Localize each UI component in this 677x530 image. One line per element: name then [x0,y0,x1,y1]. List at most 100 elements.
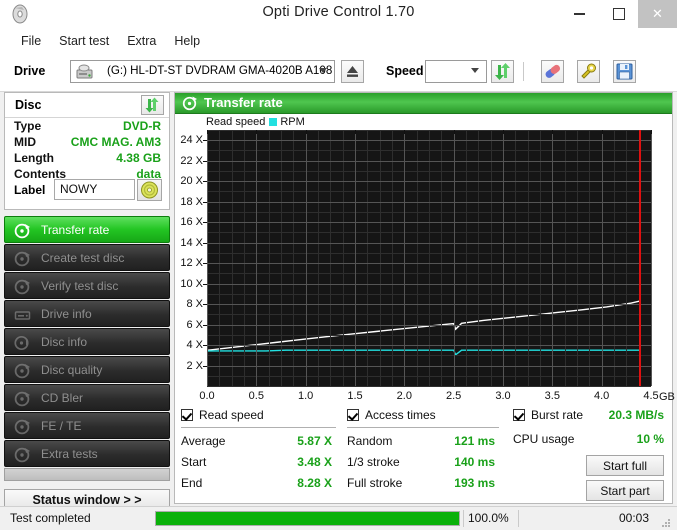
grid-line-vertical [343,130,344,386]
chart-x-tick-mark [651,130,652,134]
grid-line-horizontal-major [207,161,651,162]
sidebar-item-fe-te[interactable]: FE / TE [4,412,170,439]
start-full-button[interactable]: Start full [586,455,664,476]
chart-x-tick-mark [404,130,405,134]
disc-label-key: Label [14,183,45,197]
legend-read-speed: Read speed [206,116,265,128]
sidebar-item-transfer-rate[interactable]: Transfer rate [4,216,170,243]
grid-line-vertical [281,130,282,386]
minimize-icon [574,13,585,15]
erase-button[interactable] [541,60,564,83]
status-bar: Test completed 100.0% 00:03 [0,506,677,530]
disc-label-button[interactable] [137,179,162,201]
stats-burst-column: Burst rate 20.3 MB/s CPU usage 10 % Star… [513,407,668,451]
chart-x-tick: 1.0 [298,390,313,402]
tools-button[interactable] [577,60,600,83]
stat-value: 5.87 X [297,434,332,448]
chart-y-tick: 22 X [180,155,203,167]
toolbar: Drive (G:) HL-DT-ST DVDRAM GMA-4020B A10… [0,53,677,92]
grid-line-vertical [232,130,233,386]
drive-select[interactable]: (G:) HL-DT-ST DVDRAM GMA-4020B A108 [70,60,335,83]
grid-line-horizontal [207,273,651,274]
chart-marker-disc-end [639,130,641,386]
chart-x-tick-mark [602,130,603,134]
grid-line-vertical [589,130,590,386]
sidebar-item-drive-info[interactable]: Drive info [4,300,170,327]
grid-line-horizontal-major [207,304,651,305]
sidebar-item-verify-test-disc[interactable]: Verify test disc [4,272,170,299]
stat-row-random: Random 121 ms [347,432,499,453]
drive-select-value: (G:) HL-DT-ST DVDRAM GMA-4020B A108 [107,64,332,77]
disc-info-icon [14,334,31,351]
grid-line-vertical [491,130,492,386]
grid-line-horizontal [207,150,651,151]
checkbox-box [347,409,359,421]
burst-rate-checkbox[interactable]: Burst rate 20.3 MB/s [513,407,668,426]
refresh-button[interactable] [491,60,514,83]
maximize-button[interactable] [599,0,638,28]
sidebar-item-label: Create test disc [41,251,124,265]
resize-grip[interactable] [662,519,671,528]
legend-rpm-swatch [269,118,277,126]
read-speed-checkbox[interactable]: Read speed [181,407,336,426]
grid-line-horizontal-major [207,243,651,244]
chart-x-tick: 1.5 [347,390,362,402]
sidebar-item-label: CD Bler [41,391,83,405]
minimize-button[interactable] [560,0,599,28]
menu-bar: File Start test Extra Help [0,28,677,53]
chart-y-tick: 12 X [180,257,203,269]
grid-line-horizontal [207,212,651,213]
grid-line-vertical [565,130,566,386]
menu-item-help[interactable]: Help [165,31,209,51]
grid-line-horizontal-major [207,366,651,367]
grid-line-vertical [269,130,270,386]
window-controls: ✕ [560,0,677,28]
start-part-button[interactable]: Start part [586,480,664,501]
stat-row-average: Average 5.87 X [181,432,336,453]
grid-line-vertical [380,130,381,386]
nav-filler [4,468,170,481]
chart-y-tick: 14 X [180,237,203,249]
access-times-checkbox[interactable]: Access times [347,407,499,426]
disc-row-value: 4.38 GB [116,151,161,165]
chart-y-tick: 8 X [186,298,203,310]
chart-y-tick-mark [203,243,207,244]
sidebar-item-label: Transfer rate [41,223,109,237]
stat-value: 140 ms [454,455,495,469]
close-button[interactable]: ✕ [638,0,677,28]
grid-line-horizontal [207,130,651,131]
grid-line-vertical [577,130,578,386]
disc-test-icon [14,278,31,295]
sidebar-item-cd-bler[interactable]: CD Bler [4,384,170,411]
disc-label-input[interactable]: NOWY [54,179,135,200]
save-button[interactable] [613,60,636,83]
chart-series-read-speed [207,301,639,350]
menu-item-start-test[interactable]: Start test [50,31,118,51]
eject-button[interactable] [341,60,364,83]
disc-info-box: Disc Type DVD-R MID CMC MAG. AM3 Length … [4,92,170,210]
chart-y-tick-mark [203,284,207,285]
grid-line-vertical [614,130,615,386]
grid-line-vertical-major [552,130,553,386]
tools-icon [578,61,599,82]
sidebar-item-disc-quality[interactable]: Disc quality [4,356,170,383]
chart-y-tick-mark [203,263,207,264]
stat-key: Average [181,434,225,448]
sidebar-item-extra-tests[interactable]: Extra tests [4,440,170,467]
chart-y-tick-mark [203,161,207,162]
disc-refresh-button[interactable] [141,95,164,115]
sidebar-item-create-test-disc[interactable]: Create test disc [4,244,170,271]
speed-select[interactable] [425,60,487,83]
menu-item-extra[interactable]: Extra [118,31,165,51]
disc-row-length: Length 4.38 GB [14,151,161,166]
menu-item-file[interactable]: File [12,31,50,51]
chevron-down-icon [319,68,327,73]
panel-header: Transfer rate [175,93,672,114]
refresh-icon [142,96,163,114]
grid-line-vertical [515,130,516,386]
stat-value: 3.48 X [297,455,332,469]
sidebar-item-disc-info[interactable]: Disc info [4,328,170,355]
speed-label: Speed [386,64,424,78]
toolbar-separator [523,62,524,81]
grid-line-horizontal [207,355,651,356]
